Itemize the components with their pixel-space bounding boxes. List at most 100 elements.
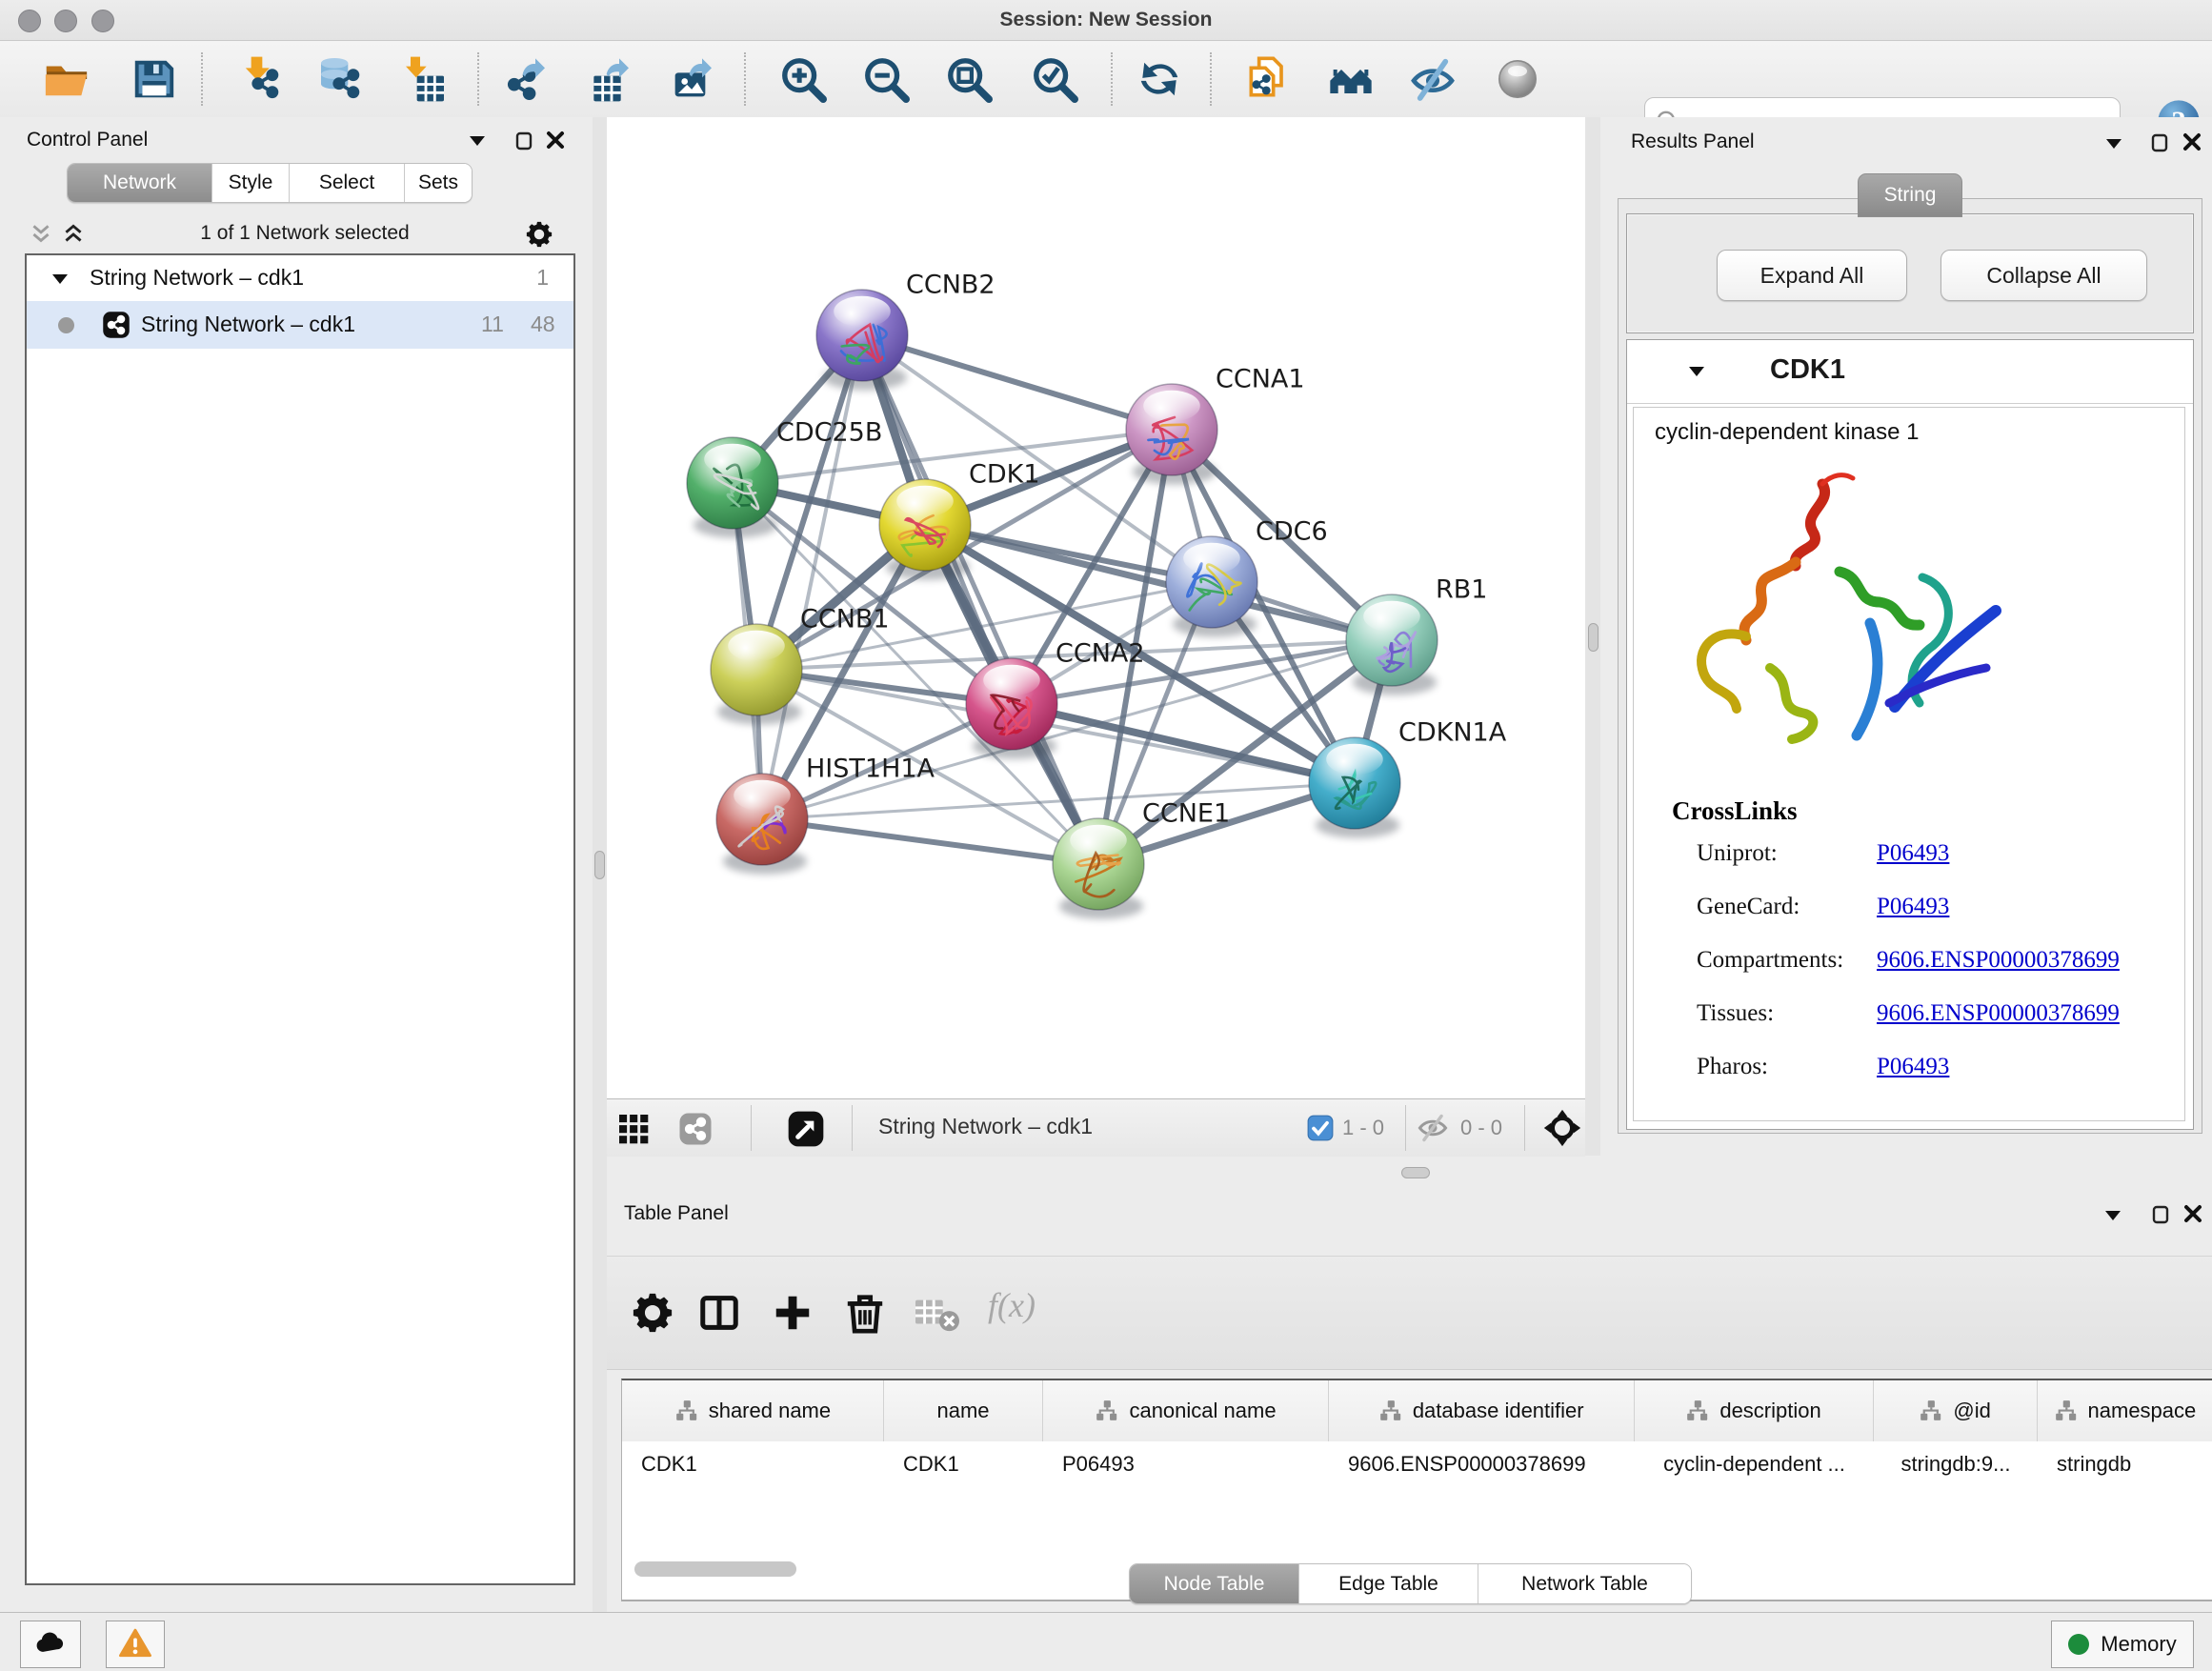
crosslink-link[interactable]: P06493 <box>1877 1054 1949 1080</box>
network-graph[interactable]: CCNB2CCNA1CDC25BCDK1CDC6RB1CCNB1CCNA2CDK… <box>607 117 1585 1098</box>
selected-checkbox-icon[interactable] <box>1307 1115 1334 1141</box>
table-cell[interactable]: stringdb:9... <box>1874 1441 2038 1487</box>
network-options-gear-icon[interactable] <box>525 220 553 249</box>
collapse-all-networks-icon[interactable] <box>29 222 53 247</box>
column-header-id[interactable]: @id <box>1874 1380 2038 1441</box>
fit-selected-crosshair-icon[interactable] <box>1543 1109 1581 1147</box>
network-node-CCNA1[interactable] <box>1126 384 1217 485</box>
network-node-CDC25B[interactable] <box>687 437 778 538</box>
add-column-icon[interactable] <box>771 1291 814 1335</box>
bottom-splitter[interactable] <box>607 1157 2212 1187</box>
table-cell[interactable]: CDK1 <box>884 1441 1043 1487</box>
collection-expand-icon[interactable] <box>50 269 70 290</box>
cloud-status-button[interactable] <box>20 1621 81 1668</box>
bottom-splitter-handle[interactable] <box>1401 1167 1430 1178</box>
results-panel: Results Panel String Expand All Collapse… <box>1600 117 2212 1156</box>
detach-view-icon[interactable] <box>787 1110 825 1148</box>
export-network-button[interactable] <box>502 55 550 103</box>
save-session-button[interactable] <box>130 55 177 103</box>
tab-node-table[interactable]: Node Table <box>1130 1564 1299 1603</box>
tab-edge-table[interactable]: Edge Table <box>1299 1564 1478 1603</box>
tab-network[interactable]: Network <box>68 164 212 202</box>
node-result-header[interactable]: CDK1 <box>1627 340 2193 404</box>
tab-network-table[interactable]: Network Table <box>1478 1564 1691 1603</box>
left-splitter[interactable] <box>593 117 607 1612</box>
left-splitter-handle[interactable] <box>594 851 605 879</box>
expand-all-button[interactable]: Expand All <box>1717 250 1907 301</box>
new-network-from-selection-button[interactable] <box>1243 55 1291 103</box>
apply-preferred-layout-button[interactable] <box>1136 55 1183 103</box>
collapse-all-button[interactable]: Collapse All <box>1941 250 2147 301</box>
export-table-button[interactable] <box>586 55 633 103</box>
expand-all-networks-icon[interactable] <box>61 222 86 247</box>
first-neighbors-button[interactable] <box>1327 55 1375 103</box>
table-settings-gear-icon[interactable] <box>631 1291 674 1335</box>
network-node-CDKN1A[interactable] <box>1309 737 1400 838</box>
tab-style[interactable]: Style <box>212 164 290 202</box>
network-canvas[interactable]: CCNB2CCNA1CDC25BCDK1CDC6RB1CCNB1CCNA2CDK… <box>607 117 1585 1098</box>
table-cell[interactable]: P06493 <box>1043 1441 1329 1487</box>
column-header-name[interactable]: name <box>884 1380 1043 1441</box>
zoom-fit-content-button[interactable] <box>945 55 993 103</box>
right-splitter-handle[interactable] <box>1588 623 1599 652</box>
network-node-CCNB1[interactable] <box>711 624 802 725</box>
float-panel-icon[interactable] <box>2149 132 2170 153</box>
crosslink-link[interactable]: P06493 <box>1877 894 1949 920</box>
column-manager-icon[interactable] <box>697 1291 741 1335</box>
horizontal-scrollbar-thumb[interactable] <box>634 1561 796 1577</box>
network-node-CCNA2[interactable] <box>966 658 1057 759</box>
collapse-panel-icon[interactable] <box>2103 133 2124 154</box>
collapse-entry-icon[interactable] <box>1686 361 1707 382</box>
table-cell[interactable]: CDK1 <box>622 1441 884 1487</box>
network-overview-icon[interactable] <box>678 1112 713 1146</box>
network-node-CCNB2[interactable] <box>816 290 908 391</box>
show-all-button[interactable] <box>1494 55 1541 103</box>
network-node-CDK1[interactable] <box>879 479 971 580</box>
tab-string[interactable]: String <box>1858 173 1962 217</box>
zoom-in-button[interactable] <box>779 55 827 103</box>
network-node-HIST1H1A[interactable] <box>716 774 808 875</box>
zoom-out-button[interactable] <box>862 55 910 103</box>
tab-select[interactable]: Select <box>290 164 405 202</box>
grid-view-icon[interactable] <box>616 1112 651 1146</box>
close-panel-icon[interactable] <box>2182 131 2202 152</box>
column-header-shared-name[interactable]: shared name <box>622 1380 884 1441</box>
collapse-panel-icon[interactable] <box>2102 1205 2123 1226</box>
column-header-database-identifier[interactable]: database identifier <box>1329 1380 1635 1441</box>
memory-ok-dot-icon <box>2068 1634 2089 1655</box>
column-header-description[interactable]: description <box>1635 1380 1874 1441</box>
network-node-RB1[interactable] <box>1346 594 1438 695</box>
column-header-namespace[interactable]: namespace <box>2038 1380 2212 1441</box>
hide-selected-button[interactable] <box>1409 55 1457 103</box>
float-panel-icon[interactable] <box>2150 1204 2171 1225</box>
network-collection-row[interactable]: String Network – cdk1 1 <box>27 255 573 301</box>
memory-button[interactable]: Memory <box>2051 1621 2194 1668</box>
right-splitter[interactable] <box>1585 117 1600 1156</box>
collapse-panel-icon[interactable] <box>467 131 488 151</box>
table-cell[interactable]: stringdb <box>2038 1441 2212 1487</box>
table-row[interactable]: CDK1CDK1P064939606.ENSP00000378699cyclin… <box>622 1441 2212 1487</box>
table-cell[interactable]: cyclin-dependent ... <box>1635 1441 1874 1487</box>
open-session-button[interactable] <box>43 55 90 103</box>
warnings-button[interactable] <box>106 1621 165 1668</box>
import-network-from-file-button[interactable] <box>235 55 283 103</box>
delete-column-trash-icon[interactable] <box>843 1291 887 1335</box>
import-network-from-database-button[interactable] <box>316 55 364 103</box>
crosslink-link[interactable]: P06493 <box>1877 840 1949 867</box>
close-panel-icon[interactable] <box>2182 1203 2203 1224</box>
table-panel-title: Table Panel <box>624 1202 729 1225</box>
crosslink-link[interactable]: 9606.ENSP00000378699 <box>1877 1000 2120 1027</box>
column-header-canonical-name[interactable]: canonical name <box>1043 1380 1329 1441</box>
control-panel: Control Panel NetworkStyleSelectSets 1 o… <box>0 117 593 1612</box>
network-row-selected[interactable]: String Network – cdk1 11 48 <box>27 301 573 349</box>
export-image-button[interactable] <box>669 55 716 103</box>
tab-sets[interactable]: Sets <box>405 164 472 202</box>
crosslink-link[interactable]: 9606.ENSP00000378699 <box>1877 947 2120 974</box>
close-panel-icon[interactable] <box>545 130 566 151</box>
table-cell[interactable]: 9606.ENSP00000378699 <box>1329 1441 1635 1487</box>
float-panel-icon[interactable] <box>513 131 534 151</box>
import-table-from-file-button[interactable] <box>401 55 449 103</box>
network-node-CCNE1[interactable] <box>1053 818 1144 919</box>
zoom-selected-button[interactable] <box>1031 55 1078 103</box>
network-node-CDC6[interactable] <box>1166 536 1257 637</box>
